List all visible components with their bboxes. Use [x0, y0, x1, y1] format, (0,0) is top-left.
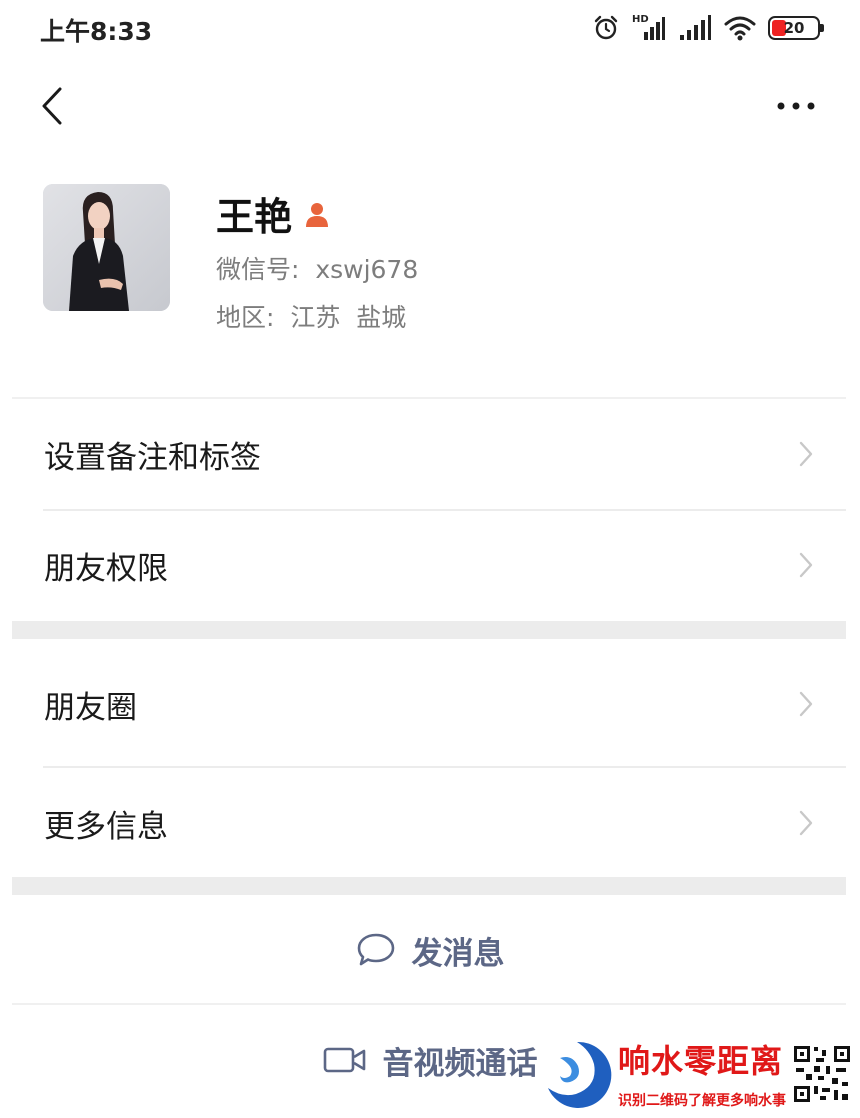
divider	[12, 1003, 846, 1005]
profile-header: 王艳 微信号: xswj678 地区: 江苏 盐城	[0, 160, 860, 340]
video-camera-icon	[323, 1047, 365, 1073]
chevron-left-icon	[42, 87, 62, 125]
menu-item-remarks-tags[interactable]: 设置备注和标签	[0, 400, 860, 508]
chat-bubble-icon	[357, 933, 394, 966]
chevron-right-icon	[796, 439, 816, 469]
watermark-logo-icon	[544, 1041, 612, 1108]
qr-code-icon	[792, 1044, 852, 1104]
contact-name: 王艳	[216, 195, 293, 239]
section-gap	[12, 621, 846, 639]
menu-item-label: 更多信息	[44, 808, 168, 845]
battery-percent: 20	[783, 19, 805, 37]
region: 地区: 江苏 盐城	[216, 303, 407, 332]
menu-item-friend-permissions[interactable]: 朋友权限	[0, 511, 860, 619]
person-badge-icon	[306, 202, 329, 227]
hd-signal-icon: HD	[632, 14, 666, 42]
menu-item-label: 设置备注和标签	[44, 439, 261, 476]
status-icons: HD 20	[592, 12, 824, 44]
wechat-id: 微信号: xswj678	[216, 255, 419, 284]
more-button[interactable]	[768, 82, 824, 130]
cell-signal-icon	[680, 15, 711, 40]
chevron-right-icon	[796, 689, 816, 719]
section-gap	[12, 877, 846, 895]
chevron-right-icon	[796, 808, 816, 838]
nav-bar	[0, 70, 860, 142]
video-call-label: 音视频通话	[382, 1045, 538, 1082]
menu-item-more-info[interactable]: 更多信息	[0, 769, 860, 877]
battery-icon: 20	[768, 16, 824, 40]
status-time: 上午8:33	[40, 17, 153, 46]
menu-item-moments[interactable]: 朋友圈	[0, 650, 860, 758]
menu-item-label: 朋友圈	[44, 689, 137, 726]
divider	[43, 766, 846, 768]
chevron-right-icon	[796, 550, 816, 580]
name-row: 王艳	[216, 186, 332, 241]
watermark: 响水零距离 识别二维码了解更多响水事	[540, 1032, 860, 1118]
send-message-button[interactable]: 发消息	[0, 900, 860, 1000]
watermark-title: 响水零距离	[618, 1042, 784, 1080]
wifi-icon	[724, 16, 756, 41]
more-dots-icon	[777, 102, 815, 110]
status-bar: 上午8:33 HD 20	[0, 0, 860, 58]
menu-item-label: 朋友权限	[44, 550, 168, 587]
alarm-clock-icon	[594, 15, 618, 40]
avatar[interactable]	[43, 184, 170, 311]
back-button[interactable]	[30, 82, 74, 130]
watermark-subtitle: 识别二维码了解更多响水事	[618, 1093, 786, 1109]
divider	[12, 397, 846, 399]
send-message-label: 发消息	[411, 935, 505, 972]
